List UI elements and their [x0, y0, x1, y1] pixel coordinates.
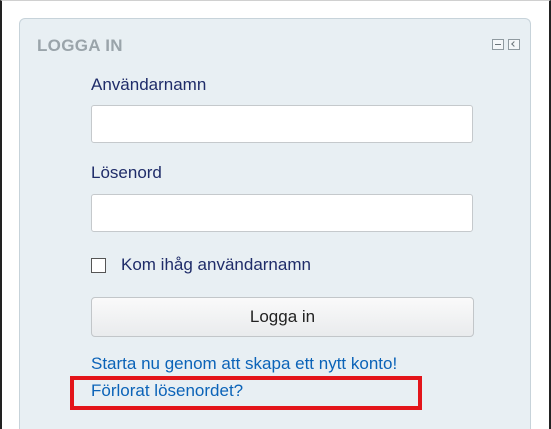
- dock-icon[interactable]: [508, 39, 520, 50]
- signup-link[interactable]: Starta nu genom att skapa ett nytt konto…: [91, 354, 397, 374]
- remember-row: Kom ihåg användarnamn: [91, 255, 311, 275]
- username-field[interactable]: [91, 105, 473, 143]
- highlight-box: [70, 376, 422, 410]
- block-title: LOGGA IN: [37, 36, 123, 55]
- login-block: LOGGA IN Användarnamn Lösenord Kom ihåg …: [19, 18, 531, 429]
- password-label: Lösenord: [91, 163, 162, 182]
- login-button[interactable]: Logga in: [91, 297, 474, 337]
- username-label: Användarnamn: [91, 75, 207, 94]
- minimize-icon[interactable]: [492, 39, 504, 50]
- remember-label[interactable]: Kom ihåg användarnamn: [121, 255, 311, 275]
- remember-checkbox[interactable]: [91, 257, 106, 273]
- block-controls: [492, 39, 520, 50]
- password-field[interactable]: [91, 194, 473, 232]
